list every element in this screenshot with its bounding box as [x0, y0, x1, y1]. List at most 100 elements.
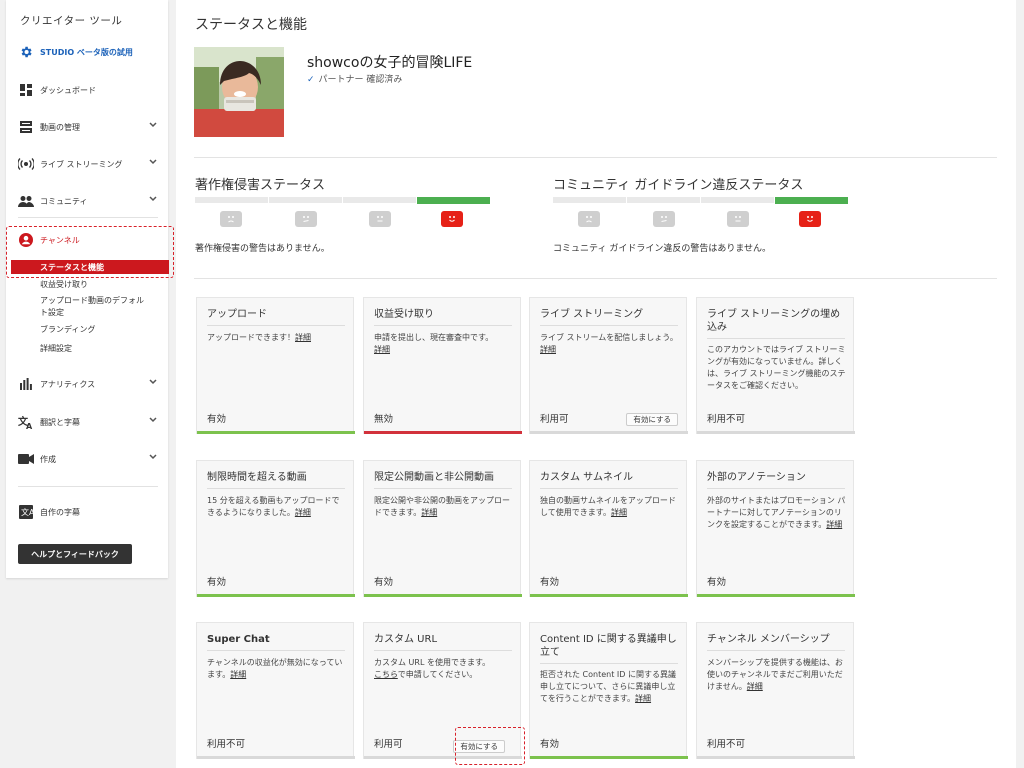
- card-status: 利用不可: [207, 739, 246, 750]
- status-segment-active: [417, 197, 490, 204]
- card-status-bar: [197, 594, 355, 597]
- sidebar-subitem-advanced[interactable]: 詳細設定: [40, 343, 150, 355]
- sidebar-item-label: ライブ ストリーミング: [40, 159, 123, 169]
- card-title: チャンネル メンバーシップ: [707, 634, 830, 645]
- feature-card-monetization: 収益受け取り 申請を提出し、現在審査中です。 詳細 無効: [363, 297, 522, 434]
- card-status: 利用不可: [707, 739, 746, 750]
- video-manager-icon: [18, 119, 34, 135]
- card-status: 有効: [207, 414, 227, 425]
- sidebar-item-label: ダッシュボード: [40, 85, 96, 95]
- detail-link[interactable]: 詳細: [230, 670, 246, 679]
- feature-card-unlisted-private: 限定公開動画と非公開動画 限定公開や非公開の動画をアップロードできます。詳細 有…: [363, 460, 522, 597]
- status-segment: [343, 197, 416, 203]
- neutral-face-icon: [369, 211, 391, 227]
- feature-card-live-streaming: ライブ ストリーミング ライブ ストリームを配信しましょう。詳細 利用可 有効に…: [529, 297, 688, 434]
- sidebar-item-channel[interactable]: チャンネル: [6, 229, 168, 251]
- sidebar-item-community[interactable]: コミュニティ: [6, 190, 168, 212]
- card-divider: [540, 663, 678, 664]
- creator-tools-title: クリエイター ツール: [20, 15, 123, 27]
- detail-link[interactable]: 詳細: [295, 333, 311, 342]
- card-status: 有効: [707, 577, 727, 588]
- card-title: Super Chat: [207, 634, 270, 645]
- card-divider: [374, 325, 512, 326]
- sidebar-item-translations[interactable]: 文A 翻訳と字幕: [6, 411, 168, 433]
- card-divider: [207, 325, 345, 326]
- chevron-down-icon[interactable]: [148, 120, 158, 132]
- community-icon: [18, 193, 34, 209]
- slightly-sad-face-icon: [295, 211, 317, 227]
- chevron-down-icon[interactable]: [148, 452, 158, 464]
- card-status-bar: [530, 431, 688, 434]
- card-title: アップロード: [207, 309, 267, 320]
- card-description: メンバーシップを提供する機能は、お使いのチャンネルでまだご利用いただけません。詳…: [707, 658, 843, 691]
- sidebar-item-live-streaming[interactable]: ライブ ストリーミング: [6, 153, 168, 175]
- sidebar-subitem-upload-defaults[interactable]: アップロード動画のデフォルト設定: [40, 295, 150, 319]
- sidebar-item-label: アナリティクス: [40, 379, 96, 389]
- status-segment: [269, 197, 342, 203]
- main-content: ステータスと機能 showcoの女子的冒険LIFE ✓ パートナー 確認済み 著作…: [176, 0, 1016, 768]
- help-feedback-button[interactable]: ヘルプとフィードバック: [18, 544, 132, 564]
- sidebar-item-video-manager[interactable]: 動画の管理: [6, 116, 168, 138]
- card-status-bar: [697, 431, 855, 434]
- account-circle-icon: [18, 232, 34, 248]
- chevron-down-icon[interactable]: [148, 415, 158, 427]
- divider: [194, 157, 997, 158]
- detail-link[interactable]: 詳細: [295, 508, 311, 517]
- chevron-down-icon[interactable]: [148, 157, 158, 169]
- sidebar-item-create[interactable]: 作成: [6, 448, 168, 470]
- sidebar-item-dashboard[interactable]: ダッシュボード: [6, 79, 168, 101]
- card-divider: [374, 650, 512, 651]
- card-title: 制限時間を超える動画: [207, 472, 307, 483]
- sidebar-item-analytics[interactable]: アナリティクス: [6, 373, 168, 395]
- chevron-down-icon[interactable]: [148, 194, 158, 206]
- card-description: 独自の動画サムネイルをアップロードして使用できます。詳細: [540, 496, 676, 517]
- sidebar-item-label: コミュニティ: [40, 196, 88, 206]
- card-divider: [707, 488, 845, 489]
- card-divider: [707, 338, 845, 339]
- copyright-status-title: 著作権侵害ステータス: [195, 178, 326, 193]
- detail-link[interactable]: 詳細: [540, 345, 556, 354]
- sidebar-subitem-branding[interactable]: ブランディング: [40, 324, 150, 336]
- partner-status-label: パートナー 確認済み: [318, 75, 403, 85]
- detail-link[interactable]: 詳細: [611, 508, 627, 517]
- channel-avatar[interactable]: [194, 47, 284, 137]
- status-segment: [701, 197, 774, 203]
- checkmark-icon: ✓: [307, 75, 315, 85]
- feature-card-external-annotations: 外部のアノテーション 外部のサイトまたはプロモーション パートナーに対してアノテ…: [696, 460, 855, 597]
- detail-link[interactable]: 詳細: [374, 345, 390, 354]
- card-divider: [707, 650, 845, 651]
- detail-link[interactable]: 詳細: [826, 520, 842, 529]
- card-description: このアカウントではライブ ストリーミングが有効になっていません。詳しくは、ライブ…: [707, 345, 846, 390]
- sidebar-item-your-subtitles[interactable]: 文A 自作の字幕: [6, 501, 168, 523]
- sad-face-icon: [220, 211, 242, 227]
- detail-link[interactable]: 詳細: [747, 682, 763, 691]
- sidebar-item-studio-beta[interactable]: STUDIO ベータ版の試用: [6, 41, 168, 63]
- card-divider: [207, 488, 345, 489]
- analytics-icon: [18, 376, 34, 392]
- card-divider: [540, 325, 678, 326]
- card-description: 限定公開や非公開の動画をアップロードできます。詳細: [374, 496, 510, 517]
- community-status-title: コミュニティ ガイドライン違反ステータス: [553, 178, 804, 193]
- feature-card-super-chat: Super Chat チャンネルの収益化が無効になっています。詳細 利用不可: [196, 622, 355, 759]
- detail-link[interactable]: 詳細: [421, 508, 437, 517]
- feature-card-upload: アップロード アップロードできます！詳細 有効: [196, 297, 355, 434]
- card-status-bar: [364, 431, 522, 434]
- card-description: アップロードできます！詳細: [207, 333, 311, 342]
- card-status-bar: [197, 756, 355, 759]
- feature-card-channel-membership: チャンネル メンバーシップ メンバーシップを提供する機能は、お使いのチャンネルで…: [696, 622, 855, 759]
- card-status-bar: [530, 756, 688, 759]
- translate-icon: 文A: [18, 414, 34, 430]
- neutral-face-icon: [727, 211, 749, 227]
- detail-link[interactable]: 詳細: [635, 694, 651, 703]
- enable-live-streaming-button[interactable]: 有効にする: [626, 413, 678, 426]
- card-description: 外部のサイトまたはプロモーション パートナーに対してアノテーションのリンクを設定…: [707, 496, 846, 529]
- copyright-status-bar: [195, 197, 491, 204]
- sidebar-subitem-status-active[interactable]: ステータスと機能: [11, 260, 169, 274]
- card-status: 利用可: [540, 414, 569, 425]
- gear-icon: [18, 44, 34, 60]
- sidebar-item-label: 作成: [40, 454, 56, 464]
- sidebar-subitem-monetization[interactable]: 収益受け取り: [40, 279, 150, 291]
- card-title: カスタム サムネイル: [540, 472, 633, 483]
- chevron-down-icon[interactable]: [148, 377, 158, 389]
- apply-here-link[interactable]: こちら: [374, 670, 398, 679]
